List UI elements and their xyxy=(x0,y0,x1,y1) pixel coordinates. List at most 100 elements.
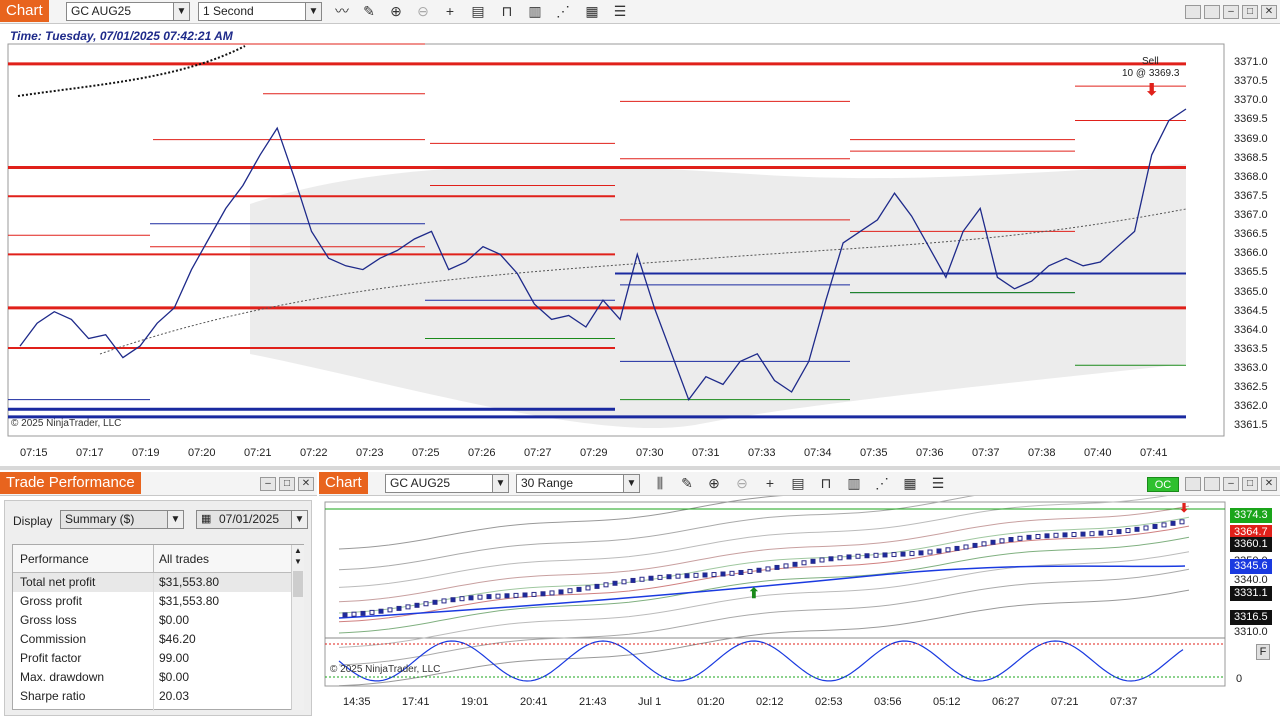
table-row[interactable]: Gross profit $31,553.80 xyxy=(13,592,291,611)
range-bar-marker xyxy=(612,580,618,586)
indicators-icon[interactable]: ▥ xyxy=(525,1,545,21)
status-badge[interactable]: OC xyxy=(1147,477,1179,492)
table-row[interactable]: Gross loss $0.00 xyxy=(13,611,291,630)
price-axis-label: 3369.5 xyxy=(1234,113,1268,126)
bottom-chart-tab[interactable]: Chart xyxy=(319,472,368,494)
zoom-in-icon[interactable]: ⊕ xyxy=(704,473,724,493)
table-scrollbar[interactable]: ▲ ▼ xyxy=(291,545,304,710)
strategies-icon[interactable]: ⋰ xyxy=(553,1,573,21)
range-bar-marker xyxy=(603,582,609,588)
bar-type-icon[interactable]: ⫼ xyxy=(650,473,670,493)
close-icon[interactable]: ✕ xyxy=(298,477,314,491)
templates-icon[interactable]: ⊓ xyxy=(497,1,517,21)
pencil-icon[interactable]: ✎ xyxy=(359,1,379,21)
time-axis-label: 07:26 xyxy=(468,447,496,459)
top-interval-select[interactable]: 1 Second ▼ xyxy=(198,2,322,21)
table-row[interactable]: Commission $46.20 xyxy=(13,630,291,649)
price-axis-label: 3363.5 xyxy=(1234,342,1268,355)
properties-icon[interactable]: ▤ xyxy=(468,1,488,21)
display-select[interactable]: Summary ($) ▼ xyxy=(60,510,184,529)
range-bar-marker xyxy=(378,608,384,614)
price-axis-label: 3310.0 xyxy=(1234,626,1268,638)
chevron-down-icon[interactable]: ▼ xyxy=(492,475,508,492)
table-col-divider xyxy=(153,573,154,711)
bottom-chart-canvas[interactable] xyxy=(319,496,1280,716)
time-axis-label: 07:22 xyxy=(300,447,328,459)
time-axis-label: 07:21 xyxy=(1051,696,1079,708)
list-icon[interactable]: ☰ xyxy=(928,473,948,493)
time-axis-label: 07:29 xyxy=(580,447,608,459)
bottom-instrument-select[interactable]: GC AUG25 ▼ xyxy=(385,474,509,493)
data-box-icon[interactable]: ▦ xyxy=(582,1,602,21)
properties-icon[interactable]: ▤ xyxy=(788,473,808,493)
chevron-down-icon[interactable]: ▼ xyxy=(173,3,189,20)
templates-icon[interactable]: ⊓ xyxy=(816,473,836,493)
zoom-in-icon[interactable]: ⊕ xyxy=(386,1,406,21)
zoom-out-icon[interactable]: ⊖ xyxy=(413,1,433,21)
zoom-out-icon[interactable]: ⊖ xyxy=(732,473,752,493)
scroll-up-icon[interactable]: ▲ xyxy=(294,546,302,555)
maximize-icon[interactable]: □ xyxy=(279,477,295,491)
range-bar-marker xyxy=(351,611,357,617)
chevron-down-icon[interactable]: ▼ xyxy=(305,3,321,20)
table-row[interactable]: Max. drawdown $0.00 xyxy=(13,668,291,687)
time-axis-label: 03:56 xyxy=(874,696,902,708)
time-axis-label: 14:35 xyxy=(343,696,371,708)
range-bar-marker xyxy=(1053,532,1059,538)
chevron-down-icon[interactable]: ▼ xyxy=(291,511,307,528)
chevron-down-icon[interactable]: ▼ xyxy=(167,511,183,528)
row-label: Gross profit xyxy=(20,594,83,608)
chevron-down-icon[interactable]: ▼ xyxy=(623,475,639,492)
scroll-down-icon[interactable]: ▼ xyxy=(294,557,302,566)
col-header-all-trades[interactable]: All trades xyxy=(159,552,209,566)
window-tile2-icon[interactable] xyxy=(1204,5,1220,19)
maximize-icon[interactable]: □ xyxy=(1242,477,1258,491)
range-bar-marker xyxy=(1035,534,1041,540)
top-chart-tab[interactable]: Chart xyxy=(0,0,49,22)
scroll-thumb[interactable] xyxy=(293,571,303,597)
price-axis-label: 3362.0 xyxy=(1234,400,1268,413)
date-picker[interactable]: ▦ 07/01/2025 ▼ xyxy=(196,510,308,529)
minimize-icon[interactable]: – xyxy=(260,477,276,491)
time-axis-label: 07:27 xyxy=(524,447,552,459)
list-icon[interactable]: ☰ xyxy=(610,1,630,21)
range-bar-marker xyxy=(648,575,654,581)
strategies-icon[interactable]: ⋰ xyxy=(872,473,892,493)
col-header-performance[interactable]: Performance xyxy=(20,552,89,566)
range-bar-marker xyxy=(819,557,825,563)
f-button[interactable]: F xyxy=(1256,644,1270,660)
table-row[interactable]: Total net profit $31,553.80 xyxy=(13,573,291,592)
price-axis-label: 3371.0 xyxy=(1234,56,1268,69)
window-tile-icon[interactable] xyxy=(1185,477,1201,491)
price-axis-label: 3363.0 xyxy=(1234,362,1268,375)
close-icon[interactable]: ✕ xyxy=(1261,477,1277,491)
top-chart-canvas[interactable] xyxy=(0,24,1280,468)
table-row[interactable]: Sharpe ratio 20.03 xyxy=(13,687,291,706)
crosshair-icon[interactable]: + xyxy=(760,473,780,493)
crosshair-icon[interactable]: + xyxy=(440,1,460,21)
table-row[interactable]: Profit factor 99.00 xyxy=(13,649,291,668)
trade-performance-tab[interactable]: Trade Performance xyxy=(0,472,141,494)
window-tile2-icon[interactable] xyxy=(1204,477,1220,491)
price-tag: 3374.3 xyxy=(1230,508,1272,523)
range-bar-marker xyxy=(585,585,591,591)
pencil-icon[interactable]: ✎ xyxy=(677,473,697,493)
bottom-interval-select[interactable]: 30 Range ▼ xyxy=(516,474,640,493)
price-axis-label: 3364.0 xyxy=(1234,323,1268,336)
price-axis-label: 3340.0 xyxy=(1234,574,1268,586)
price-axis-label: 3368.5 xyxy=(1234,151,1268,164)
close-icon[interactable]: ✕ xyxy=(1261,5,1277,19)
time-axis-label: 07:15 xyxy=(20,447,48,459)
data-box-icon[interactable]: ▦ xyxy=(900,473,920,493)
range-bar-marker xyxy=(693,572,699,578)
window-tile-icon[interactable] xyxy=(1185,5,1201,19)
minimize-icon[interactable]: – xyxy=(1223,5,1239,19)
time-axis-label: 07:21 xyxy=(244,447,272,459)
time-axis-label: 07:35 xyxy=(860,447,888,459)
range-bar-marker xyxy=(1062,532,1068,538)
minimize-icon[interactable]: – xyxy=(1223,477,1239,491)
top-instrument-select[interactable]: GC AUG25 ▼ xyxy=(66,2,190,21)
indicators-icon[interactable]: ▥ xyxy=(844,473,864,493)
line-tool-icon[interactable]: 〰 xyxy=(332,1,352,21)
maximize-icon[interactable]: □ xyxy=(1242,5,1258,19)
